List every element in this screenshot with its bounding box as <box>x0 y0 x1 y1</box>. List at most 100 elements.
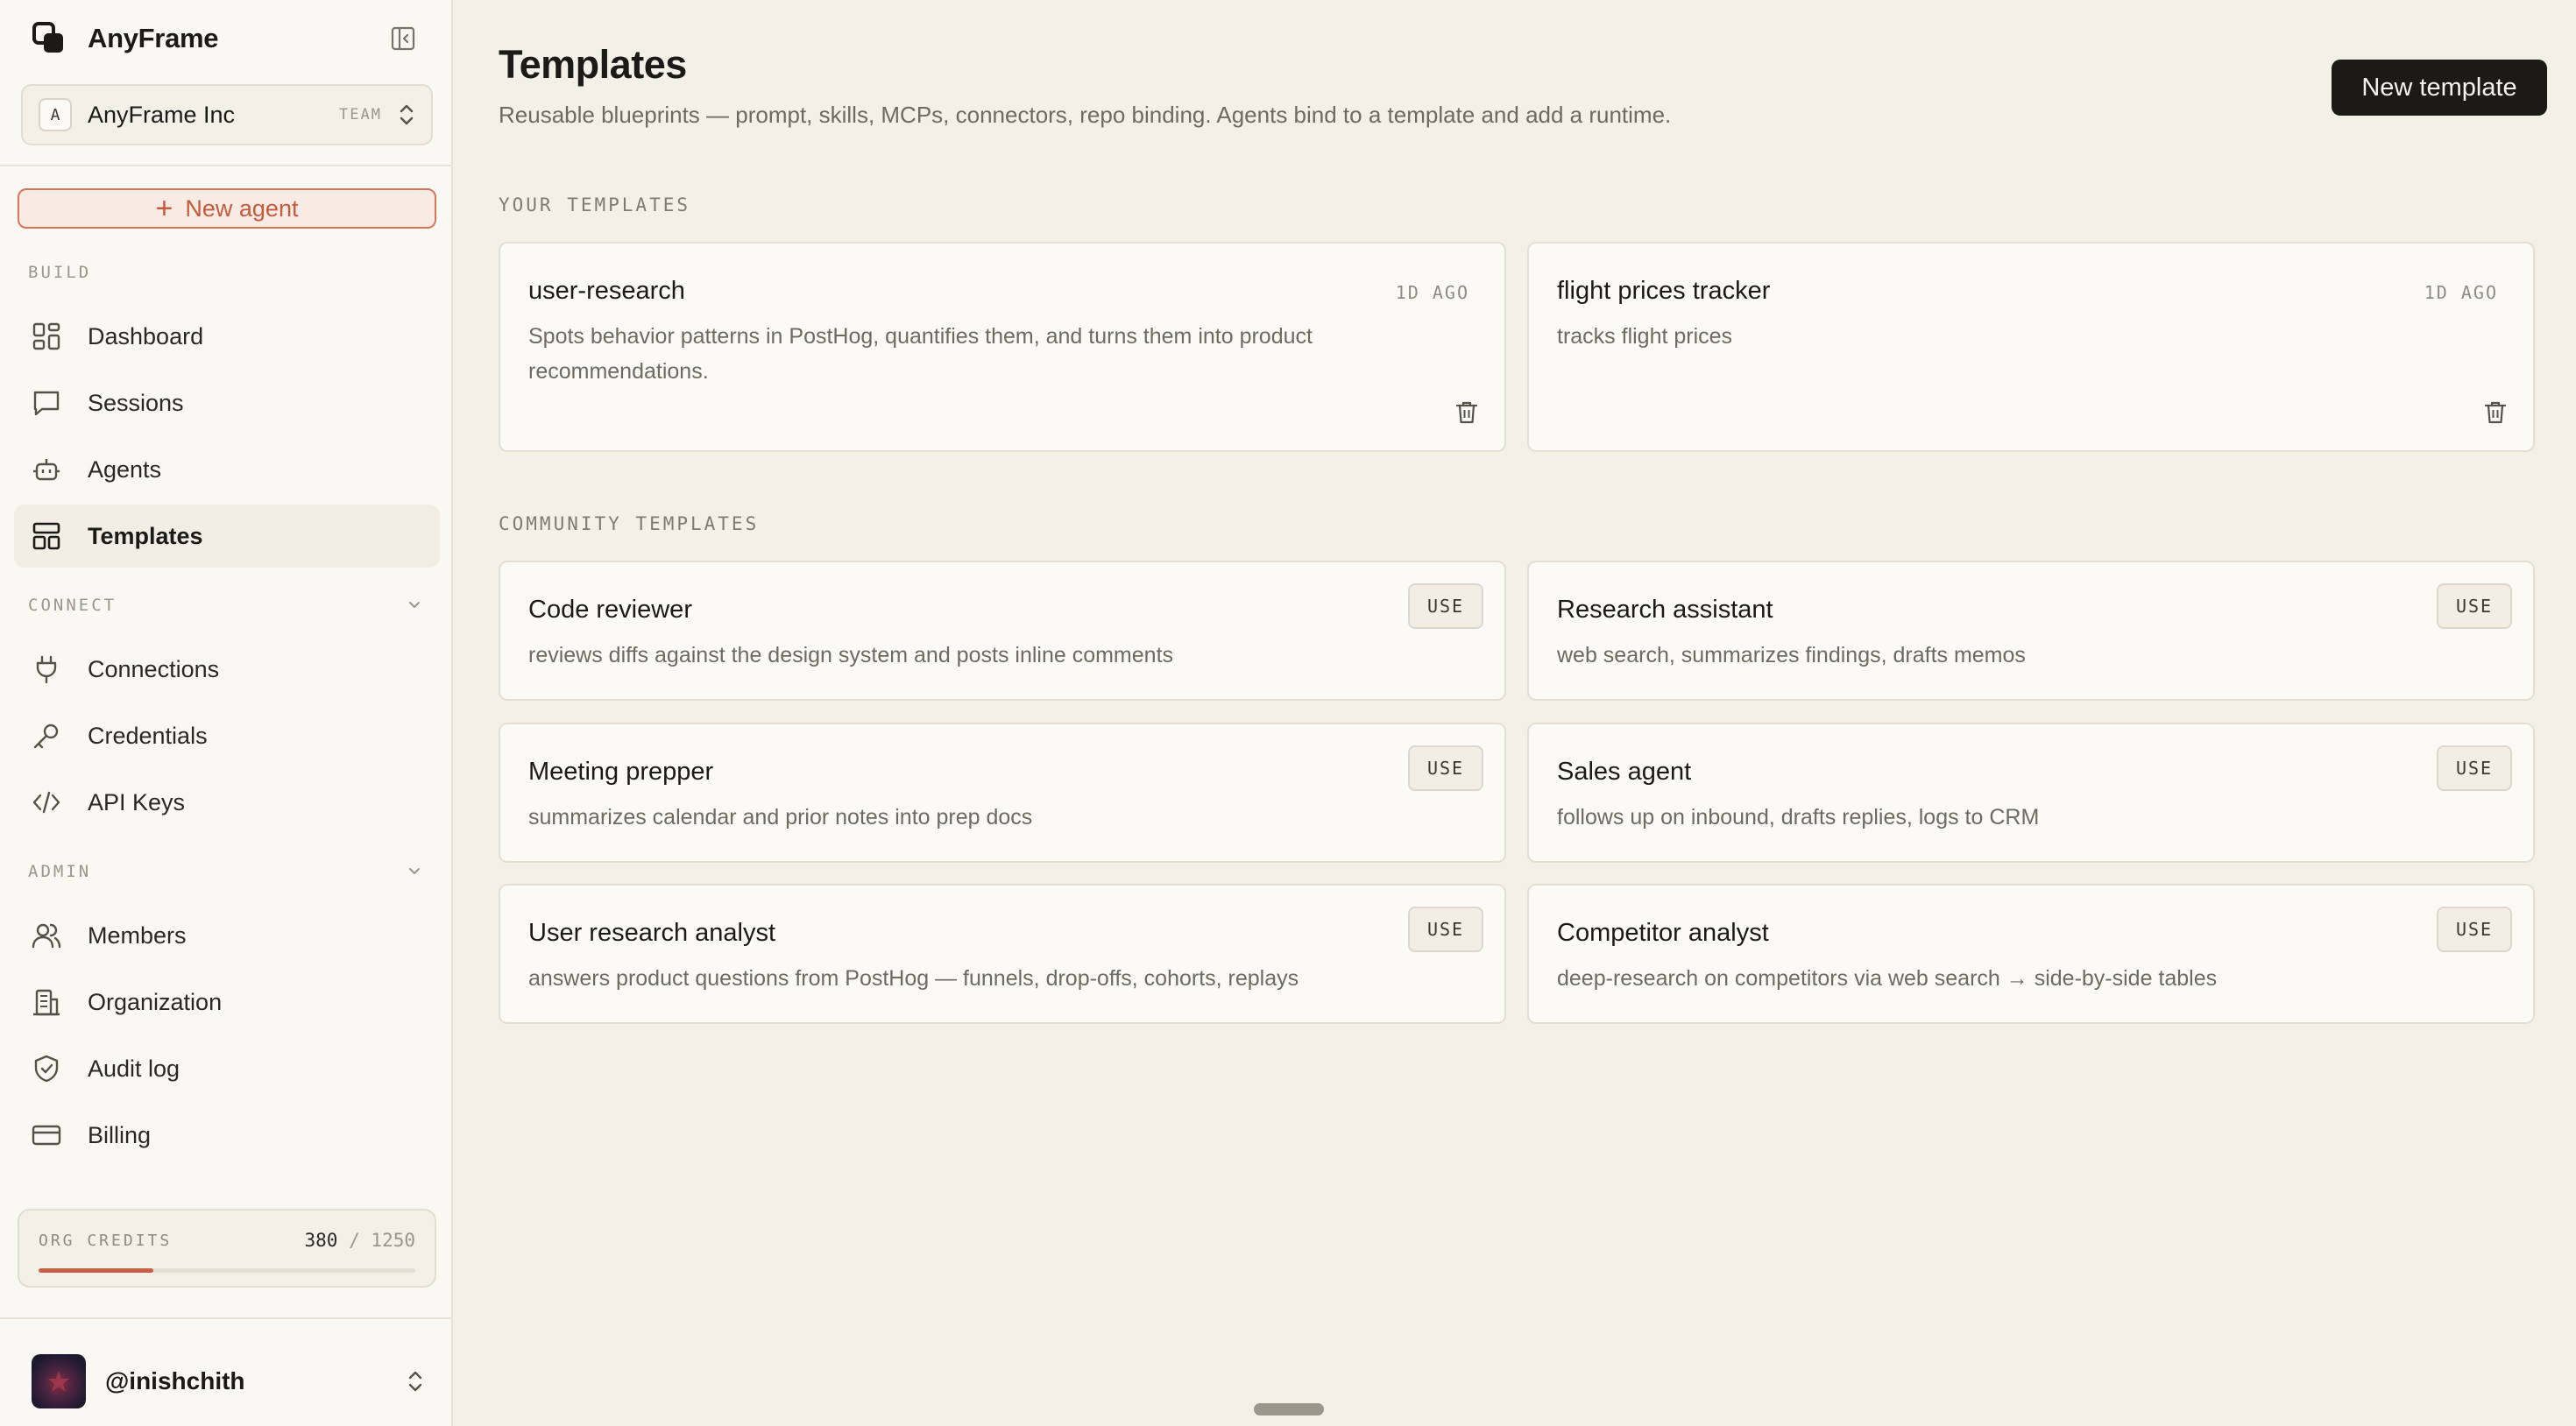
chevron-down-icon[interactable] <box>405 596 424 615</box>
template-description: deep-research on competitors via web sea… <box>1557 966 2218 991</box>
community-card-user-research-analyst[interactable]: User research analyst answers product qu… <box>499 884 1506 1024</box>
brand[interactable]: AnyFrame <box>32 19 219 58</box>
credits-value: 380 / 1250 <box>305 1230 415 1251</box>
templates-icon <box>30 519 63 553</box>
community-card-meeting-prepper[interactable]: Meeting prepper summarizes calendar and … <box>499 723 1506 863</box>
sidebar-item-label: Audit log <box>88 1055 180 1082</box>
community-card-research-assistant[interactable]: Research assistant web search, summarize… <box>1527 561 2535 701</box>
divider <box>0 165 451 166</box>
template-name: Sales agent <box>1557 758 1692 786</box>
sidebar-item-billing[interactable]: Billing <box>14 1104 440 1167</box>
org-name: AnyFrame Inc <box>88 101 236 128</box>
org-avatar: A <box>39 98 72 131</box>
community-card-sales-agent[interactable]: Sales agent follows up on inbound, draft… <box>1527 723 2535 863</box>
community-card-competitor-analyst[interactable]: Competitor analyst deep-research on comp… <box>1527 884 2535 1024</box>
your-templates-label: YOUR TEMPLATES <box>499 194 691 215</box>
sidebar-item-label: Templates <box>88 522 203 549</box>
template-description: web search, summarizes findings, drafts … <box>1557 643 2026 667</box>
delete-template-button[interactable] <box>1454 399 1480 426</box>
template-name: User research analyst <box>528 919 776 947</box>
org-plan-badge: TEAM <box>339 106 382 124</box>
delete-template-button[interactable] <box>2482 399 2509 426</box>
sidebar-item-api-keys[interactable]: API Keys <box>14 771 440 834</box>
avatar <box>32 1354 86 1408</box>
template-card-flight-prices-tracker[interactable]: flight prices tracker 1D AGO tracks flig… <box>1527 242 2535 452</box>
sidebar-item-label: Agents <box>88 455 162 483</box>
template-updated-time: 1D AGO <box>2424 282 2498 303</box>
credits-used: 380 <box>304 1230 338 1251</box>
credits-total: 1250 <box>371 1230 415 1251</box>
app-root: AnyFrame A AnyFrame Inc TEAM + New agent… <box>0 0 2576 1426</box>
new-template-button[interactable]: New template <box>2332 60 2547 116</box>
sidebar-item-label: Billing <box>88 1121 152 1148</box>
sidebar-item-label: Organization <box>88 988 223 1015</box>
use-template-button[interactable]: USE <box>2437 907 2512 952</box>
org-switcher[interactable]: A AnyFrame Inc TEAM <box>21 84 433 145</box>
community-card-code-reviewer[interactable]: Code reviewer reviews diffs against the … <box>499 561 1506 701</box>
template-name: Code reviewer <box>528 596 692 624</box>
page-title: Templates <box>499 42 687 87</box>
plus-icon: + <box>155 192 173 225</box>
user-handle: @inishchith <box>105 1367 245 1394</box>
use-template-button[interactable]: USE <box>1408 745 1483 791</box>
key-icon <box>30 719 63 752</box>
sidebar-item-label: API Keys <box>88 788 186 815</box>
sidebar-item-organization[interactable]: Organization <box>14 971 440 1034</box>
building-icon <box>30 985 63 1019</box>
use-template-button[interactable]: USE <box>1408 907 1483 952</box>
org-credits-card: ORG CREDITS 380 / 1250 <box>18 1209 436 1288</box>
template-description: Spots behavior patterns in PostHog, quan… <box>528 319 1405 389</box>
use-template-button[interactable]: USE <box>1408 583 1483 629</box>
anyframe-logo-icon <box>32 21 67 56</box>
template-description-line: tracks flight prices <box>1557 324 1733 349</box>
trash-icon <box>2484 401 2507 424</box>
chat-icon <box>30 386 63 420</box>
code-icon <box>30 786 63 819</box>
new-agent-button[interactable]: + New agent <box>18 188 436 229</box>
template-name: Research assistant <box>1557 596 1773 624</box>
section-label-build: BUILD <box>28 263 92 282</box>
template-description: answers product questions from PostHog —… <box>528 966 1299 991</box>
resize-handle[interactable] <box>1254 1403 1324 1415</box>
template-description: tracks flight prices <box>1557 319 2433 354</box>
template-description: follows up on inbound, drafts replies, l… <box>1557 805 2040 829</box>
section-label-connect: CONNECT <box>28 596 117 615</box>
community-templates-label: COMMUNITY TEMPLATES <box>499 513 760 534</box>
template-card-user-research[interactable]: user-research 1D AGO Spots behavior patt… <box>499 242 1506 452</box>
collapse-sidebar-button[interactable] <box>389 25 417 53</box>
divider <box>0 1317 451 1319</box>
credits-progress-bar <box>39 1268 415 1273</box>
credits-progress-fill <box>39 1268 153 1273</box>
template-description-line: Spots behavior patterns in PostHog, quan… <box>528 324 1313 349</box>
plug-icon <box>30 653 63 686</box>
chevron-down-icon[interactable] <box>405 862 424 881</box>
template-name: user-research <box>528 277 685 305</box>
user-menu[interactable]: @inishchith <box>32 1354 424 1408</box>
sidebar-item-label: Dashboard <box>88 322 204 349</box>
sidebar-collapse-icon <box>391 26 415 51</box>
sidebar-item-audit-log[interactable]: Audit log <box>14 1037 440 1100</box>
template-name: Meeting prepper <box>528 758 714 786</box>
sidebar-item-dashboard[interactable]: Dashboard <box>14 305 440 368</box>
sidebar-item-connections[interactable]: Connections <box>14 638 440 701</box>
sidebar-item-sessions[interactable]: Sessions <box>14 371 440 434</box>
sidebar-item-templates[interactable]: Templates <box>14 505 440 568</box>
sidebar-item-credentials[interactable]: Credentials <box>14 704 440 767</box>
trash-icon <box>1455 401 1478 424</box>
shield-icon <box>30 1052 63 1085</box>
template-name: flight prices tracker <box>1557 277 1771 305</box>
sidebar: AnyFrame A AnyFrame Inc TEAM + New agent… <box>0 0 453 1426</box>
credits-separator: / <box>349 1230 360 1251</box>
section-label-admin: ADMIN <box>28 862 92 881</box>
sidebar-item-agents[interactable]: Agents <box>14 438 440 501</box>
template-description: reviews diffs against the design system … <box>528 643 1174 667</box>
sidebar-item-label: Connections <box>88 655 220 682</box>
chevron-up-down-icon <box>400 104 414 125</box>
sidebar-item-label: Credentials <box>88 722 208 749</box>
use-template-button[interactable]: USE <box>2437 745 2512 791</box>
sidebar-item-members[interactable]: Members <box>14 904 440 967</box>
use-template-button[interactable]: USE <box>2437 583 2512 629</box>
template-updated-time: 1D AGO <box>1395 282 1469 303</box>
main-content: Templates Reusable blueprints — prompt, … <box>453 0 2576 1426</box>
template-description: summarizes calendar and prior notes into… <box>528 805 1033 829</box>
